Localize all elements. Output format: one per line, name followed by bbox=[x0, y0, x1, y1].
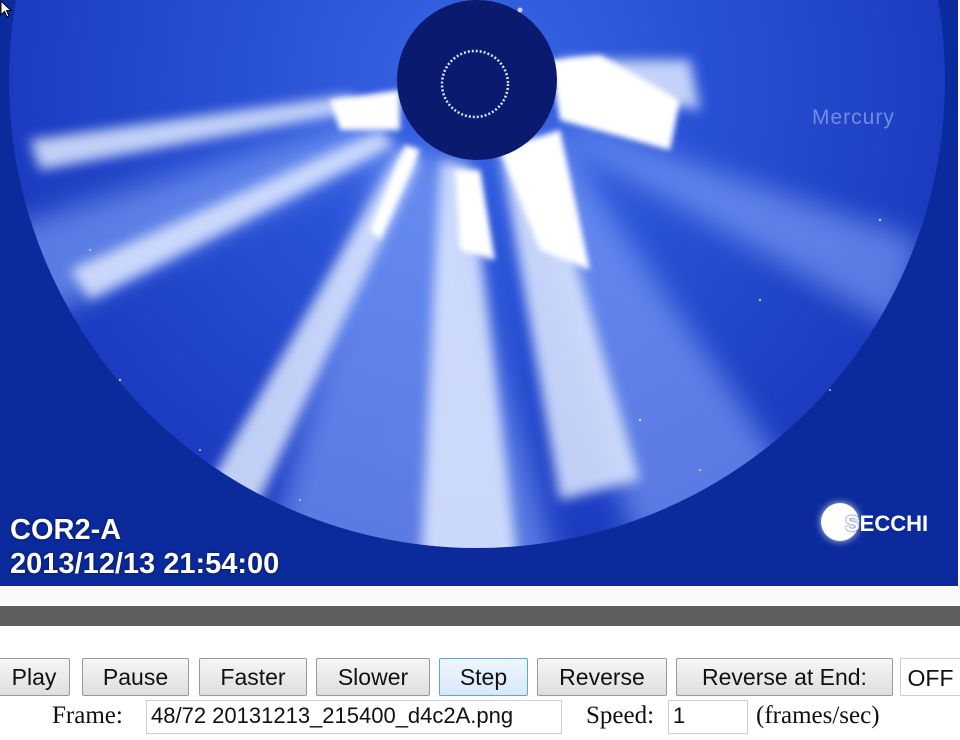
secchi-logo: SECCHI bbox=[818, 500, 938, 546]
faster-button[interactable]: Faster bbox=[199, 658, 307, 696]
reverse-at-end-state: OFF bbox=[900, 658, 960, 696]
mouse-pointer-icon bbox=[0, 0, 13, 18]
separator-bar bbox=[0, 606, 960, 626]
logo-text: SECCHI bbox=[845, 511, 929, 536]
reverse-button[interactable]: Reverse bbox=[537, 658, 667, 696]
slower-button[interactable]: Slower bbox=[316, 658, 430, 696]
corona-drawing bbox=[9, 0, 945, 548]
playback-controls: Play Pause Faster Slower Step Reverse Re… bbox=[0, 658, 960, 698]
pause-button[interactable]: Pause bbox=[82, 658, 189, 696]
step-button[interactable]: Step bbox=[439, 658, 528, 696]
planet-label: Mercury bbox=[812, 106, 895, 129]
instrument-label: COR2-A bbox=[10, 514, 122, 546]
frame-field[interactable]: 48/72 20131213_215400_d4c2A.png bbox=[146, 700, 562, 734]
coronagraph-image: Mercury COR2-A 2013/12/13 21:54:00 SECCH… bbox=[0, 0, 958, 586]
reverse-at-end-button[interactable]: Reverse at End: bbox=[676, 658, 893, 696]
speed-field[interactable]: 1 bbox=[668, 700, 748, 734]
play-button[interactable]: Play bbox=[0, 658, 70, 696]
speed-label: Speed: bbox=[586, 702, 655, 729]
frame-label: Frame: bbox=[52, 702, 123, 729]
divider bbox=[0, 586, 960, 606]
occulter-disc bbox=[397, 0, 557, 160]
speed-unit-label: (frames/sec) bbox=[756, 702, 880, 729]
image-timestamp: 2013/12/13 21:54:00 bbox=[10, 548, 280, 580]
frame-info-row: Frame: 48/72 20131213_215400_d4c2A.png S… bbox=[0, 700, 960, 740]
